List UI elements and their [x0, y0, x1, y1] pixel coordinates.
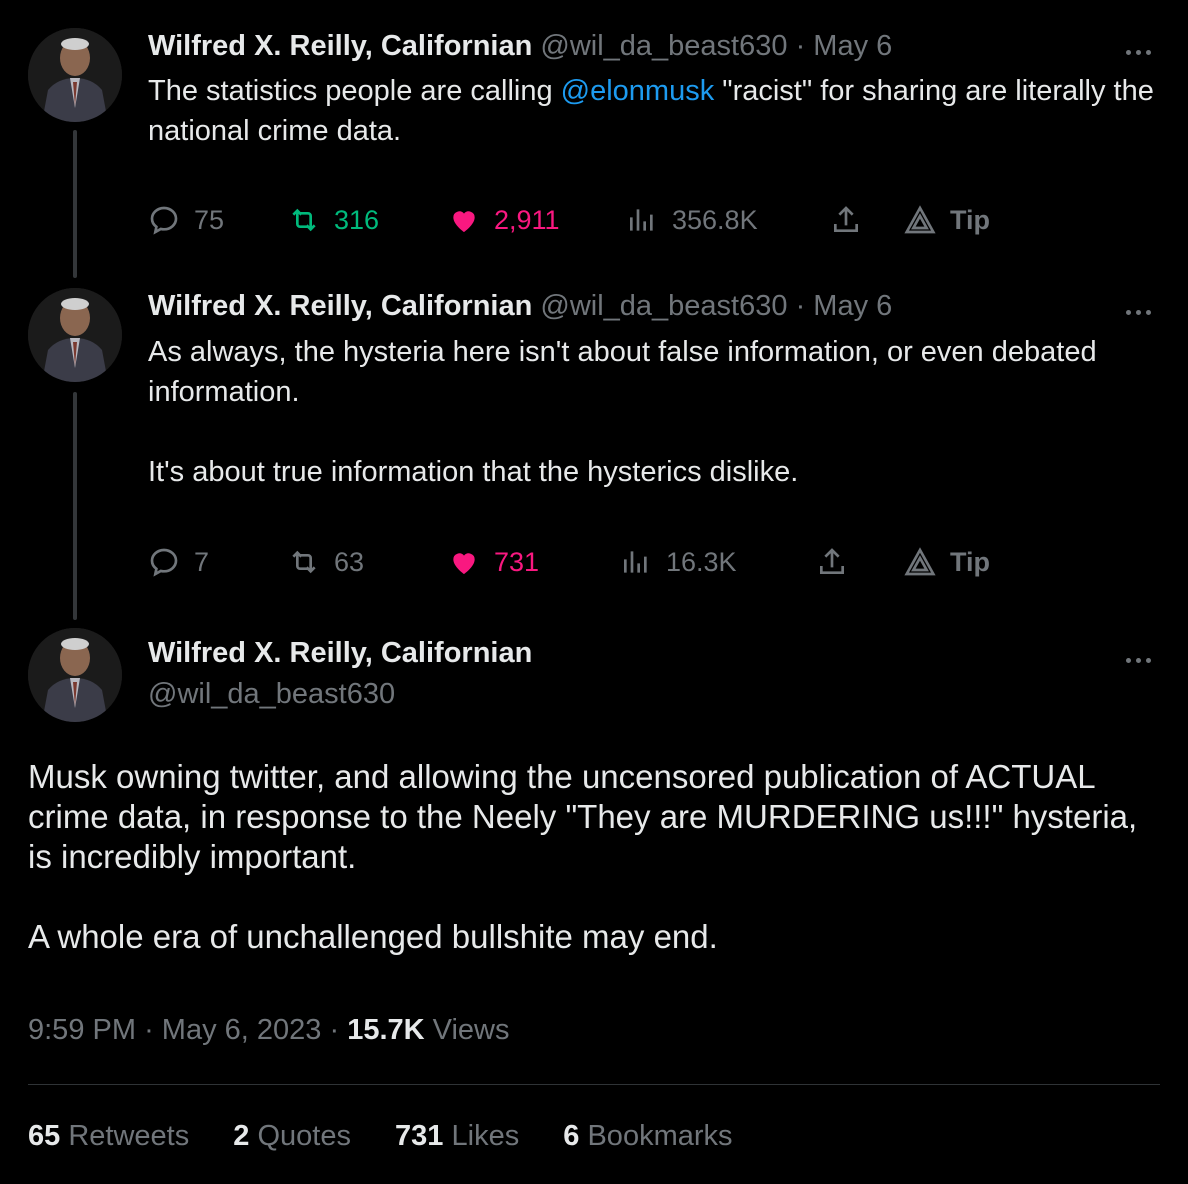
reply-count: 7 [194, 546, 210, 577]
tweet-time[interactable]: 9:59 PM [28, 1014, 136, 1046]
tweet[interactable]: Wilfred X. Reilly, Californian @wil_da_b… [0, 280, 1188, 620]
mention-link[interactable]: @elonmusk [561, 75, 715, 107]
display-name-container: Wilfred X. Reilly, Californian [148, 636, 532, 670]
retweet-count: 63 [334, 546, 365, 577]
handle[interactable]: @wil_da_beast630 [540, 30, 787, 62]
likes-count: 731 [395, 1120, 444, 1152]
handle[interactable]: @wil_da_beast630 [540, 290, 787, 322]
retweets-count: 65 [28, 1120, 61, 1152]
tweet-text: As always, the hysteria here isn't about… [148, 332, 1168, 492]
more-icon[interactable] [1126, 302, 1156, 315]
display-name[interactable]: Wilfred X. Reilly, Californian [148, 30, 532, 62]
heart-icon [453, 553, 475, 574]
views-icon [624, 551, 647, 573]
quotes-label: Quotes [257, 1120, 351, 1152]
tip-button[interactable]: Tip [904, 200, 990, 240]
bookmarks-label: Bookmarks [587, 1120, 733, 1152]
tweet-paragraph: As always, the hysteria here isn't about… [148, 336, 1097, 408]
tweet-paragraph: A whole era of unchallenged bullshite ma… [28, 918, 718, 955]
avatar[interactable] [28, 28, 122, 122]
quotes-count: 2 [233, 1120, 250, 1152]
retweets-label: Retweets [68, 1120, 190, 1152]
like-button[interactable]: 2,911 [448, 200, 560, 240]
tweet-date[interactable]: May 6, 2023 [162, 1014, 322, 1046]
main-tweet: Wilfred X. Reilly, Californian @wil_da_b… [0, 620, 1188, 1184]
separator: · [329, 1014, 340, 1046]
display-name[interactable]: Wilfred X. Reilly, Californian [148, 637, 532, 669]
separator: · [144, 1014, 154, 1046]
reply-button[interactable]: 7 [148, 542, 209, 582]
like-count: 2,911 [494, 204, 560, 235]
separator: · [795, 290, 806, 322]
tip-label: Tip [950, 204, 990, 235]
avatar[interactable] [28, 628, 122, 722]
bookmarks-stat[interactable]: 6 Bookmarks [563, 1120, 732, 1152]
tweet-paragraph: It's about true information that the hys… [148, 456, 799, 488]
share-icon [820, 548, 844, 574]
more-icon[interactable] [1126, 42, 1156, 55]
tip-icon [904, 205, 936, 234]
views-icon [630, 209, 653, 231]
share-button[interactable] [830, 200, 876, 240]
retweet-button[interactable]: 316 [288, 200, 379, 240]
display-name[interactable]: Wilfred X. Reilly, Californian [148, 290, 532, 322]
more-icon[interactable] [1126, 650, 1156, 663]
views-count: 15.7K [347, 1014, 425, 1046]
handle-container: @wil_da_beast630 [148, 677, 395, 711]
views-label: Views [432, 1014, 510, 1046]
like-count: 731 [494, 546, 540, 577]
likes-stat[interactable]: 731 Likes [395, 1120, 519, 1152]
retweets-stat[interactable]: 65 Retweets [28, 1120, 189, 1152]
tweet[interactable]: Wilfred X. Reilly, Californian @wil_da_b… [0, 0, 1188, 280]
tweet-text: The statistics people are calling @elonm… [148, 71, 1168, 151]
tweet-header: Wilfred X. Reilly, Californian @wil_da_b… [148, 29, 892, 63]
tweet-date[interactable]: May 6 [813, 30, 892, 62]
bookmarks-count: 6 [563, 1120, 580, 1152]
main-tweet-text: Musk owning twitter, and allowing the un… [28, 757, 1158, 957]
like-button[interactable]: 731 [448, 542, 539, 582]
tweet-actions: 75 316 2,911 356.8K Tip [148, 200, 1048, 240]
retweet-count: 316 [334, 204, 380, 235]
tweet-paragraph: Musk owning twitter, and allowing the un… [28, 758, 1138, 875]
quotes-stat[interactable]: 2 Quotes [233, 1120, 351, 1152]
reply-button[interactable]: 75 [148, 200, 224, 240]
retweet-icon [292, 550, 316, 574]
share-icon [834, 206, 858, 232]
tip-icon [904, 547, 936, 576]
handle[interactable]: @wil_da_beast630 [148, 678, 395, 710]
reply-icon [150, 206, 178, 235]
reply-count: 75 [194, 204, 225, 235]
separator: · [795, 30, 806, 62]
tweet-header: Wilfred X. Reilly, Californian @wil_da_b… [148, 289, 892, 323]
retweet-icon [292, 208, 316, 232]
heart-icon [453, 211, 475, 232]
tweet-text-part: The statistics people are calling [148, 75, 561, 107]
likes-label: Likes [451, 1120, 520, 1152]
tip-button[interactable]: Tip [904, 542, 990, 582]
reply-icon [150, 548, 178, 577]
views-button[interactable]: 16.3K [620, 542, 737, 582]
engagement-stats: 65 Retweets 2 Quotes 731 Likes 6 Bookmar… [28, 1120, 769, 1153]
share-button[interactable] [816, 542, 862, 582]
tip-label: Tip [950, 546, 990, 577]
retweet-button[interactable]: 63 [288, 542, 364, 582]
view-count: 16.3K [666, 546, 737, 577]
tweet-date[interactable]: May 6 [813, 290, 892, 322]
tweet-meta: 9:59 PM · May 6, 2023 · 15.7K Views [28, 1014, 510, 1047]
view-count: 356.8K [672, 204, 758, 235]
avatar[interactable] [28, 288, 122, 382]
tweet-actions: 7 63 731 16.3K Tip [148, 542, 1048, 582]
divider [28, 1084, 1160, 1085]
views-button[interactable]: 356.8K [626, 200, 758, 240]
